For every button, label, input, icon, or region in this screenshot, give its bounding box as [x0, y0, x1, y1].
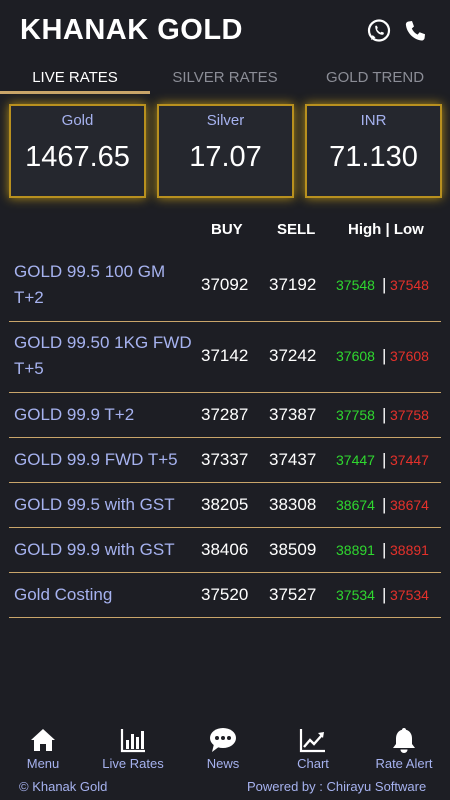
sell-price: 37192 [269, 275, 317, 294]
tab-live-rates[interactable]: LIVE RATES [0, 64, 150, 94]
buy-price: 37142 [201, 346, 249, 365]
low-price: 37534 [390, 587, 429, 603]
card-label: Silver [206, 112, 245, 129]
high-low-separator: | [382, 405, 387, 424]
product-name: GOLD 99.5 with GST [14, 495, 175, 514]
low-price: 37447 [390, 452, 429, 468]
rate-tabs: LIVE RATES SILVER RATES GOLD TREND [0, 64, 450, 94]
high-price: 37608 [336, 348, 375, 364]
card-value: 71.130 [329, 141, 418, 173]
nav-chart[interactable]: Chart [273, 720, 353, 776]
product-name: GOLD 99.9 T+2 [14, 405, 135, 424]
high-price: 37758 [336, 407, 375, 423]
buy-price: 38205 [201, 495, 249, 514]
rate-row: GOLD 99.9 with GST 38406 38509 38891 | 3… [9, 528, 441, 573]
copyright-text: © Khanak Gold [19, 779, 108, 794]
buy-price: 37287 [201, 405, 249, 424]
low-price: 37548 [390, 277, 429, 293]
column-header-buy: BUY [211, 221, 243, 238]
product-name: GOLD 99.9 with GST [14, 540, 175, 559]
high-price: 37447 [336, 452, 375, 468]
sell-price: 38308 [269, 495, 317, 514]
high-low-separator: | [382, 275, 387, 294]
sell-price: 37242 [269, 346, 317, 365]
rate-row: GOLD 99.9 FWD T+5 37337 37437 37447 | 37… [9, 438, 441, 483]
sell-price: 38509 [269, 540, 317, 559]
buy-price: 37092 [201, 275, 249, 294]
whatsapp-icon[interactable] [366, 18, 392, 44]
tab-gold-trend[interactable]: GOLD TREND [300, 64, 450, 94]
silver-price-card: Silver 17.07 [157, 104, 294, 198]
buy-price: 38406 [201, 540, 249, 559]
column-header-high-low: High | Low [348, 221, 424, 238]
card-label: INR [360, 112, 387, 129]
rate-row: Gold Costing 37520 37527 37534 | 37534 [9, 573, 441, 618]
card-value: 1467.65 [25, 141, 130, 173]
sell-price: 37387 [269, 405, 317, 424]
sell-price: 37437 [269, 450, 317, 469]
nav-news[interactable]: News [183, 720, 263, 776]
bell-icon [393, 728, 415, 753]
high-price: 38674 [336, 497, 375, 513]
product-name: GOLD 99.9 FWD T+5 [14, 450, 178, 469]
product-name: Gold Costing [14, 585, 113, 604]
high-price: 37548 [336, 277, 375, 293]
inr-rate-card: INR 71.130 [305, 104, 442, 198]
bottom-nav: Menu Live Rates News Chart Rate Alert [0, 720, 450, 776]
tab-silver-rates[interactable]: SILVER RATES [150, 64, 300, 94]
column-header-sell: SELL [277, 221, 316, 238]
product-name: GOLD 99.5 100 GM T+2 [14, 262, 166, 307]
card-label: Gold [61, 112, 94, 129]
rate-row: GOLD 99.5 100 GM T+2 37092 37192 37548 |… [9, 250, 441, 322]
app-title: KHANAK GOLD [20, 14, 243, 46]
high-low-separator: | [382, 585, 387, 604]
sell-price: 37527 [269, 585, 317, 604]
nav-label: Live Rates [102, 756, 164, 771]
buy-price: 37520 [201, 585, 249, 604]
nav-live-rates[interactable]: Live Rates [93, 720, 173, 776]
low-price: 37608 [390, 348, 429, 364]
high-low-separator: | [382, 540, 387, 559]
line-chart-icon [299, 729, 325, 753]
rate-row: GOLD 99.50 1KG FWD T+5 37142 37242 37608… [9, 322, 441, 393]
product-name: GOLD 99.50 1KG FWD T+5 [14, 333, 192, 378]
low-price: 38674 [390, 497, 429, 513]
card-value: 17.07 [189, 141, 262, 173]
nav-label: Menu [26, 756, 60, 771]
buy-price: 37337 [201, 450, 249, 469]
phone-icon[interactable] [402, 18, 428, 44]
rate-row: GOLD 99.5 with GST 38205 38308 38674 | 3… [9, 483, 441, 528]
app-header: KHANAK GOLD [0, 0, 450, 64]
rate-row: GOLD 99.9 T+2 37287 37387 37758 | 37758 [9, 393, 441, 438]
high-price: 37534 [336, 587, 375, 603]
low-price: 37758 [390, 407, 429, 423]
high-low-separator: | [382, 450, 387, 469]
high-low-separator: | [382, 495, 387, 514]
bar-chart-icon [120, 729, 145, 753]
nav-menu[interactable]: Menu [3, 720, 83, 776]
nav-label: News [206, 756, 240, 771]
high-low-separator: | [382, 346, 387, 365]
gold-price-card: Gold 1467.65 [9, 104, 146, 198]
home-icon [31, 729, 55, 751]
nav-label: Rate Alert [375, 756, 433, 771]
chat-bubble-icon [210, 728, 236, 752]
nav-rate-alert[interactable]: Rate Alert [364, 720, 444, 776]
low-price: 38891 [390, 542, 429, 558]
high-price: 38891 [336, 542, 375, 558]
powered-by-link[interactable]: Powered by : Chirayu Software [247, 779, 426, 794]
nav-label: Chart [297, 756, 329, 771]
